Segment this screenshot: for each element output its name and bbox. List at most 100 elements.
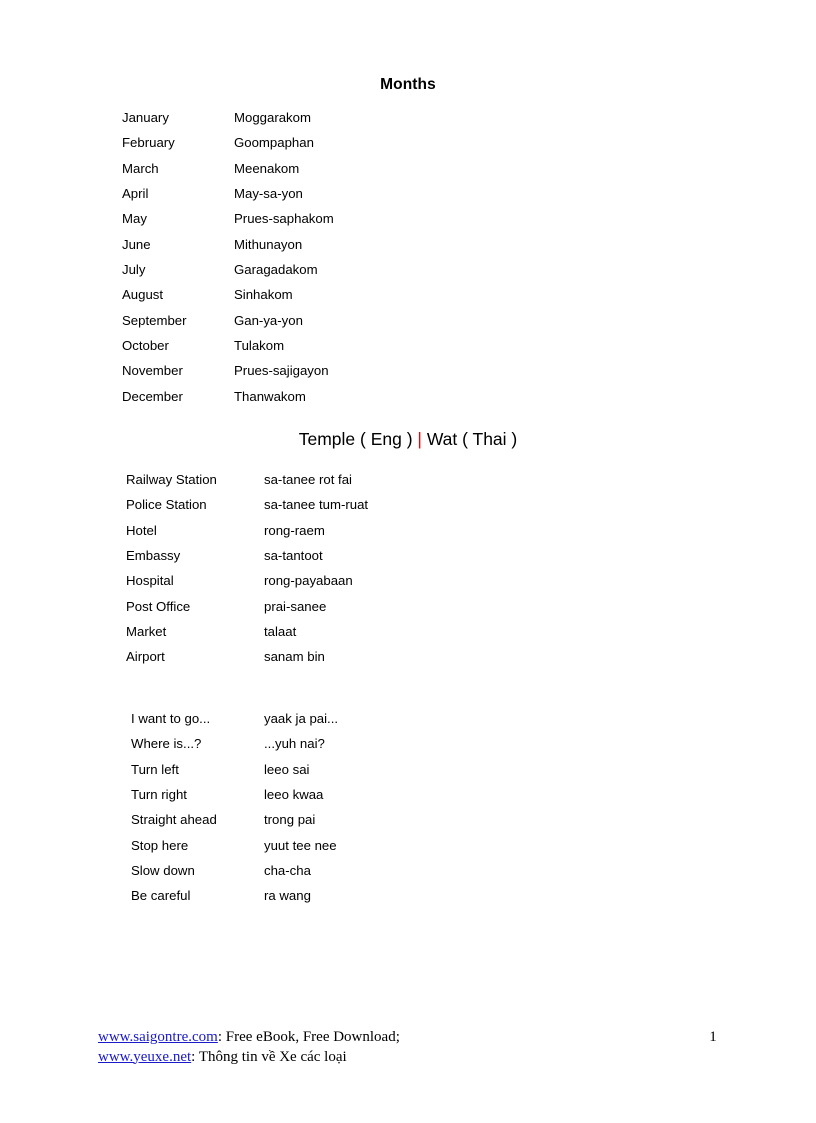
direction-row: Be careful ra wang xyxy=(131,883,311,908)
footer-line-2-text: : Thông tin về Xe các loại xyxy=(191,1048,347,1065)
month-row: October Tulakom xyxy=(122,333,284,358)
yeuxe-link[interactable]: www.yeuxe.net xyxy=(98,1049,191,1065)
place-term: Airport xyxy=(126,649,165,665)
place-term: Police Station xyxy=(126,497,207,513)
month-gloss: May-sa-yon xyxy=(234,186,303,202)
month-row: January Moggarakom xyxy=(122,105,311,130)
direction-gloss: leeo kwaa xyxy=(264,787,324,803)
directions-vocabulary-list: I want to go... yaak ja pai... Where is...… xyxy=(131,706,338,909)
place-gloss: sa-tantoot xyxy=(264,548,323,564)
month-gloss: Prues-saphakom xyxy=(234,211,334,227)
place-row: Hotel rong-raem xyxy=(126,518,325,543)
place-row: Hospital rong-payabaan xyxy=(126,568,353,593)
direction-gloss: leeo sai xyxy=(264,761,310,777)
month-term: February xyxy=(122,135,175,151)
month-term: September xyxy=(122,312,187,328)
month-row: December Thanwakom xyxy=(122,384,306,409)
direction-row: Turn right leeo kwaa xyxy=(131,782,323,807)
month-term: October xyxy=(122,338,169,354)
months-section-heading: Months xyxy=(380,76,436,93)
direction-term: Where is...? xyxy=(131,736,202,752)
month-gloss: Garagadakom xyxy=(234,262,318,278)
page-footer: www.saigontre.com: Free eBook, Free Down… xyxy=(98,1028,400,1067)
direction-term: Straight ahead xyxy=(131,812,217,828)
direction-row: I want to go... yaak ja pai... xyxy=(131,706,338,731)
month-term: April xyxy=(122,186,149,202)
direction-row: Stop here yuut tee nee xyxy=(131,833,337,858)
direction-row: Turn left leeo sai xyxy=(131,757,309,782)
direction-gloss: yuut tee nee xyxy=(264,837,337,853)
place-gloss: sa-tanee tum-ruat xyxy=(264,497,369,513)
place-gloss: prai-sanee xyxy=(264,598,327,614)
page-number: 1 xyxy=(709,1029,717,1045)
places-vocabulary-list: Railway Station sa-tanee rot fai Police St… xyxy=(126,467,368,670)
footer-line-1: www.saigontre.com: Free eBook, Free Down… xyxy=(98,1028,400,1048)
month-gloss: Tulakom xyxy=(234,338,285,354)
direction-term: I want to go... xyxy=(131,711,211,726)
month-term: January xyxy=(122,110,169,125)
month-gloss: Moggarakom xyxy=(234,110,311,125)
place-row: Market talaat xyxy=(126,619,296,644)
place-row: Embassy sa-tantoot xyxy=(126,543,323,568)
place-gloss: rong-raem xyxy=(264,522,325,538)
place-row: Railway Station sa-tanee rot fai xyxy=(126,467,352,492)
month-row: September Gan-ya-yon xyxy=(122,308,303,333)
month-row: February Goompaphan xyxy=(122,130,314,155)
place-row: Post Office prai-sanee xyxy=(126,594,326,619)
month-row: August Sinhakom xyxy=(122,282,293,307)
direction-gloss: yaak ja pai... xyxy=(264,711,339,726)
month-gloss: Gan-ya-yon xyxy=(234,312,303,328)
direction-row: Slow down cha-cha xyxy=(131,858,311,883)
direction-gloss: trong pai xyxy=(264,812,316,828)
direction-row: Where is...? ...yuh nai? xyxy=(131,731,325,756)
place-gloss: rong-payabaan xyxy=(264,573,353,589)
place-gloss: sanam bin xyxy=(264,649,325,665)
footer-line-2: www.yeuxe.net: Thông tin về Xe các loại xyxy=(98,1048,400,1068)
months-vocabulary-list: January Moggarakom February Goompaphan March… xyxy=(122,105,334,409)
direction-gloss: ra wang xyxy=(264,888,311,904)
month-gloss: Thanwakom xyxy=(234,388,306,404)
month-row: March Meenakom xyxy=(122,156,299,181)
place-term: Hotel xyxy=(126,522,157,538)
temple-section-heading: Temple ( Eng ) | Wat ( Thai ) xyxy=(0,429,816,450)
month-term: March xyxy=(122,160,159,176)
direction-row: Straight ahead trong pai xyxy=(131,807,315,832)
direction-term: Turn left xyxy=(131,761,179,777)
month-gloss: Prues-sajigayon xyxy=(234,363,329,379)
month-gloss: Goompaphan xyxy=(234,135,314,151)
place-gloss: talaat xyxy=(264,624,297,640)
month-row: June Mithunayon xyxy=(122,232,302,257)
place-gloss: sa-tanee rot fai xyxy=(264,472,352,487)
direction-gloss: ...yuh nai? xyxy=(264,736,325,752)
month-term: July xyxy=(122,262,146,278)
place-term: Railway Station xyxy=(126,472,217,487)
month-row: April May-sa-yon xyxy=(122,181,303,206)
temple-heading-right: Wat ( Thai ) xyxy=(421,429,518,449)
place-row: Airport sanam bin xyxy=(126,644,325,669)
month-gloss: Sinhakom xyxy=(234,287,293,303)
document-page: Months January Moggarakom February Goompaph… xyxy=(0,0,816,1123)
place-term: Post Office xyxy=(126,598,191,614)
month-row: November Prues-sajigayon xyxy=(122,358,329,383)
direction-term: Slow down xyxy=(131,863,195,879)
month-term: August xyxy=(122,287,164,303)
month-row: May Prues-saphakom xyxy=(122,206,334,231)
direction-gloss: cha-cha xyxy=(264,863,311,879)
month-term: May xyxy=(122,211,147,227)
place-term: Hospital xyxy=(126,573,174,589)
month-term: December xyxy=(122,388,183,404)
place-term: Market xyxy=(126,624,167,640)
saigontre-link[interactable]: www.saigontre.com xyxy=(98,1029,218,1045)
footer-line-1-text: : Free eBook, Free Download; xyxy=(217,1029,400,1045)
direction-term: Turn right xyxy=(131,787,187,803)
month-row: July Garagadakom xyxy=(122,257,318,282)
direction-term: Stop here xyxy=(131,837,189,853)
month-gloss: Meenakom xyxy=(234,160,300,176)
direction-term: Be careful xyxy=(131,888,191,904)
temple-heading-left: Temple ( Eng ) xyxy=(298,429,418,449)
month-gloss: Mithunayon xyxy=(234,236,303,252)
place-row: Police Station sa-tanee tum-ruat xyxy=(126,492,368,517)
month-term: November xyxy=(122,363,183,379)
month-term: June xyxy=(122,236,151,252)
place-term: Embassy xyxy=(126,548,181,564)
